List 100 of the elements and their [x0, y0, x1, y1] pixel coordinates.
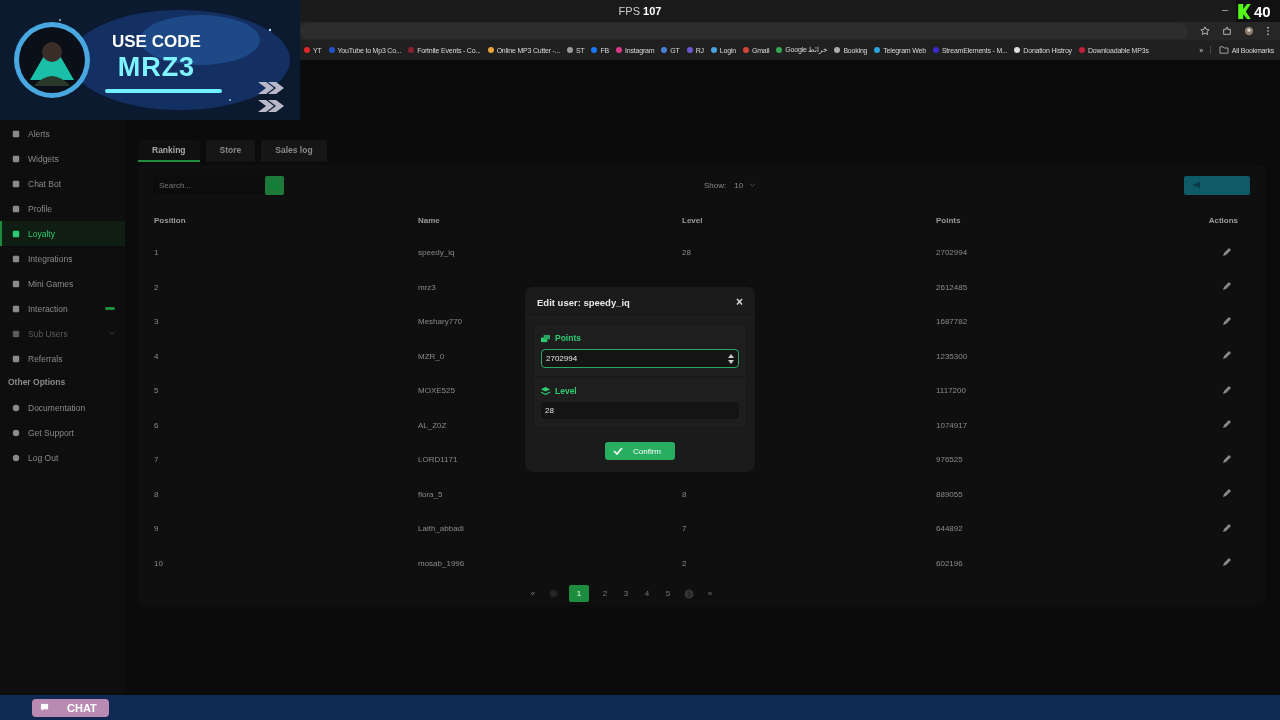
table-cell: 7 [682, 524, 687, 533]
sidebar-item[interactable]: Widgets [0, 146, 125, 171]
k-logo-icon [1238, 3, 1251, 19]
sidebar-item[interactable]: Chat Bot [0, 171, 125, 196]
sidebar-item[interactable]: Get Support [0, 420, 125, 445]
table-cell: 644892 [936, 524, 963, 533]
search-icon [270, 180, 279, 190]
sidebar-item[interactable]: Mini Games [0, 271, 125, 296]
field-label: Level [555, 386, 577, 396]
table-cell: 2 [154, 282, 159, 292]
sidebar-item[interactable]: Log Out [0, 445, 125, 470]
column-header: Level [682, 215, 703, 225]
table-cell: MZR_0 [418, 351, 445, 361]
sidebar-item[interactable]: Loyalty [0, 221, 125, 246]
table-cell: 2702994 [936, 248, 968, 257]
field-label: Points [555, 333, 581, 343]
promo-text: USE CODE [112, 32, 201, 52]
sidebar-item[interactable]: Alerts [0, 121, 125, 146]
pencil-icon[interactable] [1222, 350, 1232, 360]
circle-icon [12, 403, 20, 412]
promo-code: MRZ3 [117, 52, 196, 83]
table-cell: 4 [154, 351, 159, 361]
minimize-button[interactable]: – [1221, 3, 1228, 15]
page-button[interactable]: 5 [663, 585, 673, 603]
table-cell: 2 [682, 558, 687, 568]
spinner-icon[interactable] [728, 353, 734, 364]
sidebar-item[interactable]: Interaction [0, 296, 125, 321]
chat-icon [40, 703, 49, 712]
star-icon[interactable] [1200, 26, 1210, 36]
table-cell: 1687782 [936, 317, 968, 326]
table-cell: 28 [682, 248, 691, 257]
table-cell: flora_5 [418, 489, 443, 499]
folder-icon [1218, 46, 1229, 54]
table-cell: LORD1171 [418, 455, 458, 464]
pencil-icon[interactable] [1222, 281, 1232, 291]
dialog-title: Edit user: speedy_iq [537, 296, 630, 308]
page-size-select[interactable]: 10 [734, 180, 757, 190]
table-cell: AL_Z0Z [418, 420, 447, 430]
table-cell: speedy_iq [418, 248, 455, 257]
chevron-icon [749, 182, 757, 188]
square-icon [12, 129, 20, 138]
number-input[interactable]: 2702994 [541, 349, 739, 368]
pencil-icon[interactable] [1222, 246, 1232, 257]
table-cell: 8 [682, 489, 687, 499]
column-header: Position [154, 215, 186, 225]
sidebar-item[interactable]: Integrations [0, 246, 125, 271]
page-button[interactable]: 1 [569, 585, 589, 603]
table-cell: Laith_abbadi [418, 524, 464, 533]
square-icon [12, 154, 20, 163]
square-icon [12, 304, 20, 313]
table-cell: 602196 [936, 558, 963, 568]
page-button[interactable]: 2 [600, 585, 610, 603]
tab[interactable]: Sales log [261, 140, 327, 162]
square-icon [12, 229, 20, 238]
search-button[interactable] [265, 175, 284, 195]
table-cell: 976525 [936, 455, 963, 464]
page-button[interactable]: 3 [621, 585, 631, 603]
sidebar-item[interactable]: Referrals [0, 346, 125, 371]
table-cell: 6 [154, 420, 159, 430]
page-button[interactable]: 4 [642, 585, 652, 603]
last-page-button[interactable]: » [705, 585, 715, 603]
puzzle-icon[interactable] [1222, 26, 1232, 36]
pencil-icon[interactable] [1222, 453, 1232, 464]
profile-icon[interactable] [1244, 26, 1254, 36]
table-cell: 3 [154, 317, 159, 326]
square-icon [12, 179, 20, 188]
number-input[interactable]: 28 [541, 402, 739, 419]
table-cell: 5 [154, 386, 159, 395]
counter-badge: 40 [1236, 0, 1280, 22]
pencil-icon[interactable] [1222, 315, 1232, 326]
table-cell: 1074917 [936, 420, 968, 430]
check-icon [613, 447, 623, 455]
table-cell: 1 [154, 248, 159, 257]
pencil-icon[interactable] [1222, 557, 1232, 567]
sidebar-item[interactable]: Profile [0, 196, 125, 221]
pencil-icon[interactable] [1222, 488, 1232, 498]
square-icon [12, 254, 20, 263]
section-heading: Other Options [7, 376, 67, 389]
sidebar-item[interactable]: Documentation [0, 395, 125, 420]
circle-icon [12, 453, 20, 462]
table-cell: 9 [154, 524, 159, 533]
table-cell: 889055 [936, 489, 963, 499]
tab[interactable]: Ranking [138, 140, 200, 162]
first-page-button[interactable]: « [528, 585, 538, 603]
column-header: Points [936, 215, 961, 225]
pencil-icon[interactable] [1222, 522, 1232, 533]
table-cell: 1235300 [936, 351, 968, 361]
tab[interactable]: Store [205, 140, 256, 162]
fps-counter: FPS 107 [618, 5, 662, 17]
table-cell: 1117200 [936, 386, 966, 395]
table-cell: mosab_1996 [418, 558, 465, 568]
table-cell: 8 [154, 489, 159, 499]
action-button[interactable] [1184, 175, 1250, 195]
pencil-icon[interactable] [1222, 384, 1232, 395]
pencil-icon[interactable] [1222, 419, 1232, 429]
layers-icon [541, 386, 550, 396]
square-icon [12, 204, 20, 213]
close-button[interactable]: × [736, 295, 743, 309]
table-cell: 7 [154, 455, 159, 464]
more-icon[interactable] [1266, 26, 1270, 36]
